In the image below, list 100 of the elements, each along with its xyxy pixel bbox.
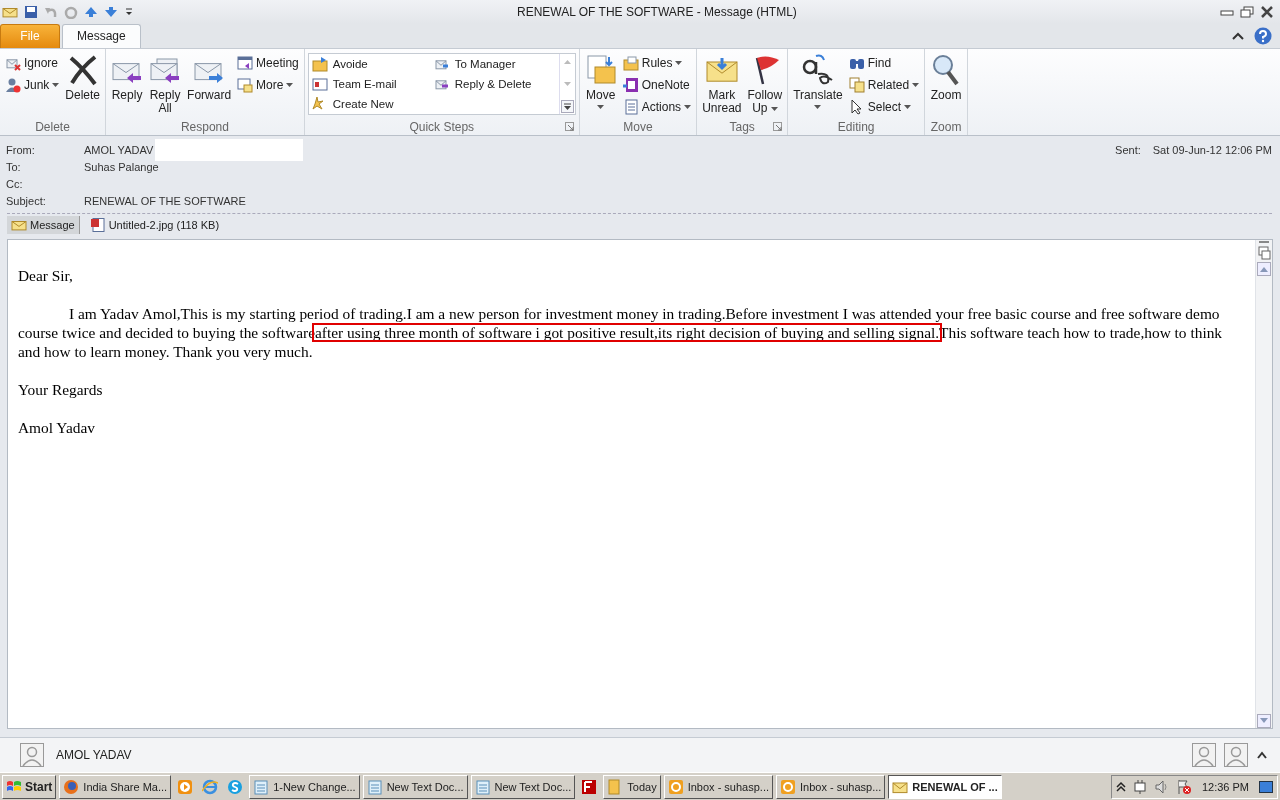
- avatar-icon[interactable]: [1224, 743, 1248, 768]
- taskbar-button[interactable]: Inbox - suhasp...: [663, 774, 773, 799]
- body-text: Amol Yadav: [18, 418, 96, 438]
- ribbon-button[interactable]: Zoom: [928, 52, 965, 103]
- card-icon: [311, 75, 328, 92]
- ribbon-button[interactable]: Move: [582, 52, 619, 110]
- show-hidden-icons-icon[interactable]: [1115, 780, 1126, 793]
- group-label: Tags: [729, 119, 755, 134]
- ribbon-button[interactable]: Delete: [63, 52, 103, 103]
- clock[interactable]: 12:36 PM: [1201, 780, 1249, 793]
- image-file-icon: [89, 218, 106, 233]
- group-label: Move: [623, 119, 653, 134]
- folder-icon: [584, 53, 617, 86]
- ribbon-button[interactable]: Reply All: [147, 52, 184, 116]
- group-label: Delete: [35, 119, 70, 134]
- notepad-icon: [366, 778, 383, 795]
- person-icon: [5, 76, 21, 93]
- dialog-launcher-icon[interactable]: [564, 121, 574, 131]
- dialog-launcher-icon[interactable]: [773, 121, 783, 131]
- taskbar-button[interactable]: New Text Doc...: [362, 774, 468, 799]
- group-label: Editing: [837, 119, 875, 134]
- field-label: Cc:: [6, 177, 24, 192]
- ribbon-button[interactable]: Reply: [109, 52, 146, 103]
- contact-name: AMOL YADAV: [56, 748, 132, 763]
- expand-icon[interactable]: [1256, 750, 1268, 761]
- taskbar-button[interactable]: 1-New Change...: [249, 774, 360, 799]
- close-icon[interactable]: [1260, 5, 1274, 18]
- folder-icon: [622, 54, 639, 71]
- taskbar-button[interactable]: India Share Ma...: [59, 774, 172, 799]
- collapse-ribbon-icon[interactable]: [1232, 30, 1244, 41]
- document-icon: [622, 98, 639, 115]
- ribbon-button[interactable]: Mark Unread: [700, 52, 744, 116]
- notepad-icon: [474, 778, 491, 795]
- power-plug-icon[interactable]: [1131, 778, 1148, 795]
- ribbon-button[interactable]: OneNote: [620, 76, 694, 93]
- ribbon-button[interactable]: More: [235, 76, 301, 93]
- field-value: RENEWAL OF THE SOFTWARE: [84, 194, 246, 209]
- quick-step[interactable]: Team E-mail: [311, 75, 434, 92]
- start-button[interactable]: Start: [2, 774, 57, 799]
- quick-step[interactable]: Reply & Delete: [433, 75, 556, 92]
- attachment[interactable]: Untitled-2.jpg (118 KB): [85, 216, 224, 235]
- envelope-icon: [11, 218, 27, 233]
- speaker-icon[interactable]: [1153, 778, 1170, 795]
- folder-icon: [311, 55, 328, 72]
- notepad-icon: [253, 778, 270, 795]
- field-label: Sent:: [1115, 143, 1141, 156]
- taskbar-button[interactable]: RENEWAL OF ...: [888, 774, 1002, 799]
- ribbon-button[interactable]: Forward: [185, 52, 234, 103]
- globe-icon: [63, 778, 80, 795]
- play-icon[interactable]: [177, 778, 194, 795]
- scrollbar[interactable]: [1255, 240, 1272, 729]
- ribbon-tab[interactable]: Message: [62, 23, 141, 48]
- ribbon-button[interactable]: Ignore: [3, 54, 62, 71]
- taskbar-button[interactable]: Inbox - suhasp...: [776, 774, 886, 799]
- field-label: From:: [6, 143, 36, 158]
- quick-step[interactable]: Create New: [311, 95, 434, 112]
- taskbar-button[interactable]: New Text Doc...: [470, 774, 576, 799]
- group-label: Quick Steps: [409, 119, 475, 134]
- field-value: Suhas Palange: [84, 160, 159, 175]
- ribbon-button[interactable]: Translate: [791, 52, 845, 110]
- more-icon[interactable]: [560, 99, 574, 113]
- ribbon-button[interactable]: Actions: [620, 98, 694, 115]
- ribbon-button[interactable]: Rules: [620, 54, 694, 71]
- down-arrow-icon[interactable]: [104, 4, 118, 19]
- notebook-icon: [622, 76, 639, 93]
- ribbon-button[interactable]: Related: [846, 76, 922, 93]
- ribbon-button[interactable]: Find: [846, 54, 922, 71]
- show-desktop-icon[interactable]: [1259, 779, 1273, 794]
- quick-step[interactable]: To Manager: [433, 55, 556, 72]
- chat-icon[interactable]: [227, 778, 244, 795]
- taskbar-button[interactable]: Today: [603, 774, 661, 799]
- ribbon-button[interactable]: Meeting: [235, 54, 301, 71]
- field-label: To:: [6, 160, 22, 175]
- scroll-down-icon[interactable]: [1257, 714, 1271, 729]
- flag-error-icon[interactable]: [1175, 778, 1192, 795]
- scroll-up-icon[interactable]: [1257, 262, 1271, 277]
- field-label: Subject:: [6, 194, 47, 209]
- quick-step[interactable]: Avoide: [311, 55, 434, 72]
- browser-icon[interactable]: [202, 778, 219, 795]
- mail-app-icon: [780, 778, 796, 795]
- ribbon-button[interactable]: Follow Up: [745, 52, 785, 116]
- group-label: Respond: [180, 119, 229, 134]
- body-text: Your Regards: [18, 380, 104, 400]
- mail-app-icon: [667, 778, 684, 795]
- split-icon[interactable]: [1257, 240, 1271, 263]
- message-tab[interactable]: Message: [7, 216, 80, 235]
- documents-icon: [848, 76, 865, 93]
- group-label: Zoom: [930, 119, 962, 134]
- body-text: Dear Sir,: [18, 266, 74, 286]
- ribbon-button[interactable]: Select: [846, 98, 922, 115]
- field-value: AMOL YADAV: [84, 143, 154, 158]
- ftp-icon[interactable]: [581, 778, 598, 795]
- avatar-icon[interactable]: [1192, 743, 1216, 768]
- translate-icon: [801, 53, 834, 86]
- field-value: Sat 09-Jun-12 12:06 PM: [1152, 143, 1272, 156]
- ribbon-button[interactable]: Junk: [3, 76, 62, 93]
- window-title: RENEWAL OF THE SOFTWARE - Message (HTML): [516, 4, 798, 19]
- help-icon[interactable]: [1254, 26, 1272, 45]
- restore-icon[interactable]: [1240, 5, 1254, 18]
- save-icon[interactable]: [24, 4, 38, 19]
